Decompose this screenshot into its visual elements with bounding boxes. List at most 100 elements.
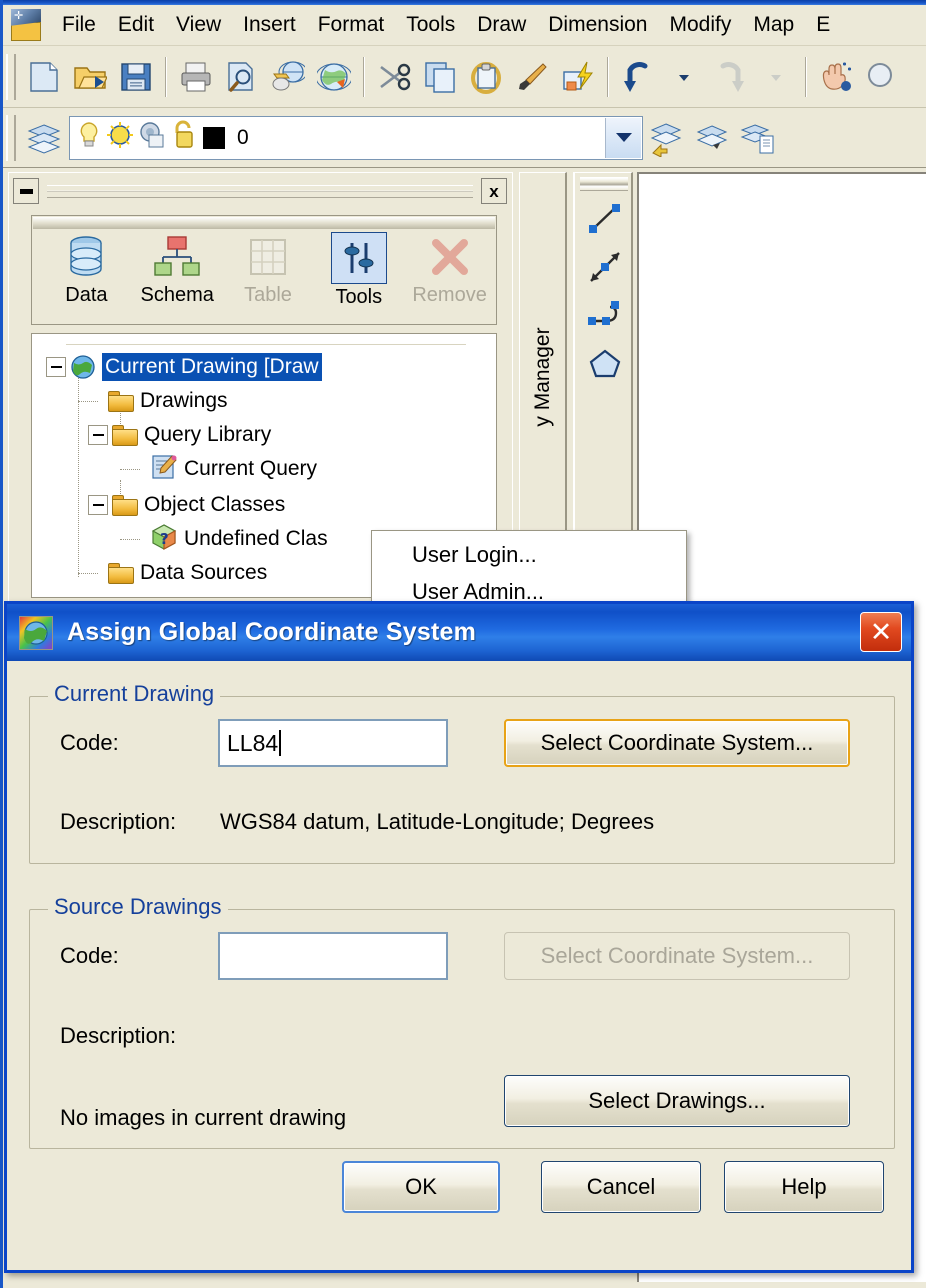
- menu-file[interactable]: File: [51, 11, 107, 39]
- draw-toolbar-grip[interactable]: [580, 177, 628, 191]
- current-description-label: Description:: [60, 809, 177, 834]
- assign-global-coordinate-system-dialog: Assign Global Coordinate System ✕ Curren…: [4, 601, 914, 1273]
- tree-item-object-classes[interactable]: Object Classes: [88, 488, 285, 522]
- close-icon[interactable]: ✕: [860, 612, 902, 652]
- dialog-titlebar[interactable]: Assign Global Coordinate System ✕: [7, 604, 911, 661]
- cut-scissors-icon[interactable]: [371, 54, 417, 100]
- task-pane-close-button[interactable]: x: [481, 178, 507, 204]
- menu-tools[interactable]: Tools: [395, 11, 466, 39]
- print-icon[interactable]: [173, 54, 219, 100]
- save-floppy-icon[interactable]: [113, 54, 159, 100]
- layer-combo-box[interactable]: 0: [69, 115, 643, 160]
- folder-icon: [108, 562, 134, 584]
- toolbar-separator: [363, 56, 365, 97]
- menu-draw[interactable]: Draw: [466, 11, 537, 39]
- tree-item-current-drawing[interactable]: Current Drawing [Draw: [46, 350, 322, 384]
- freeze-viewport-icon[interactable]: [137, 120, 167, 155]
- menu-modify[interactable]: Modify: [658, 11, 742, 39]
- toolbar-separator: [607, 56, 609, 97]
- copy-pages-icon[interactable]: [417, 54, 463, 100]
- open-folder-icon[interactable]: [67, 54, 113, 100]
- sliders-icon: [330, 232, 387, 284]
- line-icon[interactable]: [581, 195, 629, 243]
- menu-express[interactable]: E: [805, 11, 841, 39]
- expander-minus-icon[interactable]: [88, 425, 108, 445]
- globe-icon: [70, 354, 96, 380]
- block-editor-icon[interactable]: [555, 54, 601, 100]
- task-tool-remove[interactable]: Remove: [404, 232, 495, 307]
- task-tool-schema[interactable]: Schema: [132, 232, 223, 307]
- redo-arrow-icon[interactable]: [707, 54, 753, 100]
- tree-item-current-query[interactable]: Current Query: [120, 452, 317, 486]
- menu-insert[interactable]: Insert: [232, 11, 307, 39]
- undefined-class-icon: ?: [150, 523, 178, 556]
- layer-color-swatch[interactable]: [203, 126, 225, 149]
- menu-dimension[interactable]: Dimension: [537, 11, 658, 39]
- toolbar-grip[interactable]: [6, 53, 16, 100]
- undo-dropdown-icon[interactable]: [661, 54, 707, 100]
- current-code-input[interactable]: LL84: [218, 719, 448, 767]
- print-preview-icon[interactable]: [219, 54, 265, 100]
- layer-previous-icon[interactable]: [643, 115, 689, 161]
- tree-item-data-sources[interactable]: Data Sources: [78, 556, 267, 590]
- tree-item-undefined-class[interactable]: ? Undefined Clas: [120, 522, 328, 556]
- database-cylinder-icon: [41, 232, 132, 282]
- zoom-realtime-icon[interactable]: [859, 54, 905, 100]
- select-drawings-button[interactable]: Select Drawings...: [504, 1075, 850, 1127]
- match-properties-brush-icon[interactable]: [509, 54, 555, 100]
- expander-minus-icon[interactable]: [46, 357, 66, 377]
- menu-format[interactable]: Format: [307, 11, 396, 39]
- polyline-icon[interactable]: [581, 291, 629, 339]
- toolbar-separator: [805, 56, 807, 97]
- layer-toolbar-grip[interactable]: [6, 114, 16, 161]
- help-button[interactable]: Help: [724, 1161, 884, 1213]
- ctx-user-login[interactable]: User Login...: [372, 536, 686, 573]
- draw-toolbar: [573, 172, 633, 588]
- pan-hand-icon[interactable]: [813, 54, 859, 100]
- display-manager-tab[interactable]: y Manager: [519, 172, 567, 582]
- query-pencil-icon: [150, 454, 178, 485]
- paste-clipboard-icon[interactable]: [463, 54, 509, 100]
- layer-properties-icon[interactable]: [689, 115, 735, 161]
- task-tool-data[interactable]: Data: [41, 232, 132, 307]
- expander-minus-icon[interactable]: [88, 495, 108, 515]
- menu-view[interactable]: View: [165, 11, 232, 39]
- task-pane-grip[interactable]: [47, 184, 473, 198]
- current-description-value: WGS84 datum, Latitude-Longitude; Degrees: [220, 809, 655, 834]
- lightbulb-on-icon[interactable]: [75, 120, 103, 155]
- tree-label-query-library: Query Library: [144, 423, 272, 446]
- tree-item-drawings[interactable]: Drawings: [78, 384, 228, 418]
- tree-label-current-drawing: Current Drawing [Draw: [102, 353, 322, 381]
- menu-edit[interactable]: Edit: [107, 11, 165, 39]
- redo-dropdown-icon[interactable]: [753, 54, 799, 100]
- publish-icon[interactable]: [265, 54, 311, 100]
- tree-label-undefined-class: Undefined Clas: [184, 527, 328, 550]
- source-drawings-legend: Source Drawings: [48, 894, 228, 920]
- source-description-label: Description:: [60, 1023, 177, 1048]
- folder-icon: [112, 424, 138, 446]
- current-select-coordinate-system-button[interactable]: Select Coordinate System...: [504, 719, 850, 767]
- task-tool-table[interactable]: Table: [223, 232, 314, 307]
- grid-table-icon: [223, 232, 314, 282]
- undo-arrow-icon[interactable]: [615, 54, 661, 100]
- tree-item-query-library[interactable]: Query Library: [88, 418, 271, 452]
- layers-stack-icon[interactable]: [21, 115, 67, 161]
- task-tool-tools[interactable]: Tools: [313, 232, 404, 309]
- ok-button[interactable]: OK: [342, 1161, 500, 1213]
- layer-states-icon[interactable]: [735, 115, 781, 161]
- chevron-down-icon[interactable]: [605, 117, 641, 158]
- globe-color-icon: [19, 615, 53, 650]
- task-tool-tools-label: Tools: [335, 286, 383, 308]
- construction-line-icon[interactable]: [581, 243, 629, 291]
- polygon-icon[interactable]: [581, 339, 629, 387]
- new-file-icon[interactable]: [21, 54, 67, 100]
- task-pane-minimize-button[interactable]: [13, 178, 39, 204]
- sun-freeze-icon[interactable]: [105, 120, 135, 155]
- source-code-input[interactable]: [218, 932, 448, 980]
- source-code-label: Code:: [60, 943, 119, 968]
- unlock-padlock-icon[interactable]: [169, 119, 199, 156]
- cancel-button[interactable]: Cancel: [541, 1161, 701, 1213]
- menu-map[interactable]: Map: [742, 11, 805, 39]
- web-publish-icon[interactable]: [311, 54, 357, 100]
- source-select-coordinate-system-button[interactable]: Select Coordinate System...: [504, 932, 850, 980]
